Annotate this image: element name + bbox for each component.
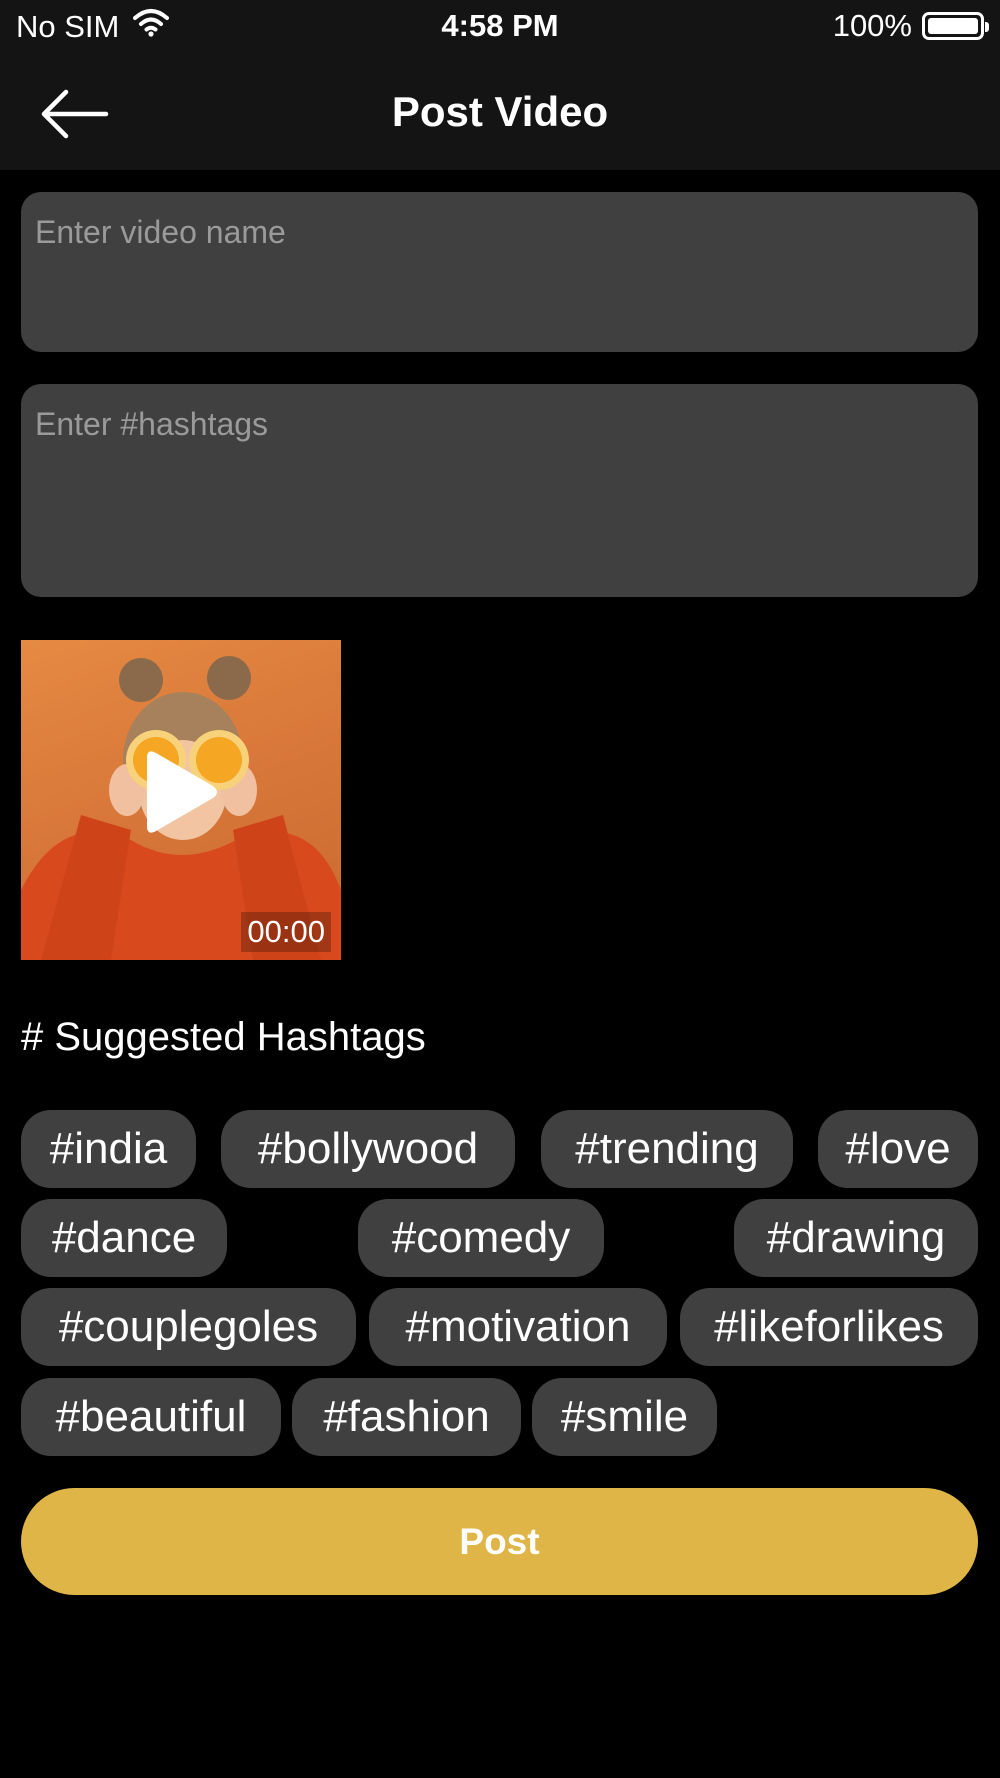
battery-icon xyxy=(922,12,989,40)
hashtag-chip-couplegoles[interactable]: #couplegoles xyxy=(21,1288,356,1366)
hashtag-chip-beautiful[interactable]: #beautiful xyxy=(21,1378,281,1456)
hashtag-chip-dance[interactable]: #dance xyxy=(21,1199,227,1277)
hashtag-chip-india[interactable]: #india xyxy=(21,1110,196,1188)
hashtag-chip-comedy[interactable]: #comedy xyxy=(358,1199,604,1277)
battery-percent: 100% xyxy=(832,8,912,43)
hashtag-chip-love[interactable]: #love xyxy=(818,1110,978,1188)
hashtag-chip-likeforlikes[interactable]: #likeforlikes xyxy=(680,1288,978,1366)
battery-cap xyxy=(985,22,989,32)
hashtags-field[interactable] xyxy=(21,384,978,597)
hashtag-chip-smile[interactable]: #smile xyxy=(532,1378,717,1456)
status-right: 100% xyxy=(832,8,989,44)
hashtag-chip-motivation[interactable]: #motivation xyxy=(369,1288,667,1366)
navigation-bar: Post Video xyxy=(0,56,1000,170)
battery-fill xyxy=(928,18,978,34)
suggested-hashtags-heading: # Suggested Hashtags xyxy=(21,1015,426,1059)
page-title: Post Video xyxy=(391,88,609,135)
video-duration: 00:00 xyxy=(241,912,331,952)
video-name-field[interactable] xyxy=(21,192,978,352)
hashtag-chip-bollywood[interactable]: #bollywood xyxy=(221,1110,515,1188)
video-thumbnail[interactable]: 00:00 xyxy=(21,640,341,960)
hashtag-chip-drawing[interactable]: #drawing xyxy=(734,1199,978,1277)
hashtag-chip-fashion[interactable]: #fashion xyxy=(292,1378,521,1456)
status-bar: No SIM 4:58 PM 100% xyxy=(0,0,1000,56)
post-button[interactable]: Post xyxy=(21,1488,978,1595)
hashtag-chip-trending[interactable]: #trending xyxy=(541,1110,793,1188)
